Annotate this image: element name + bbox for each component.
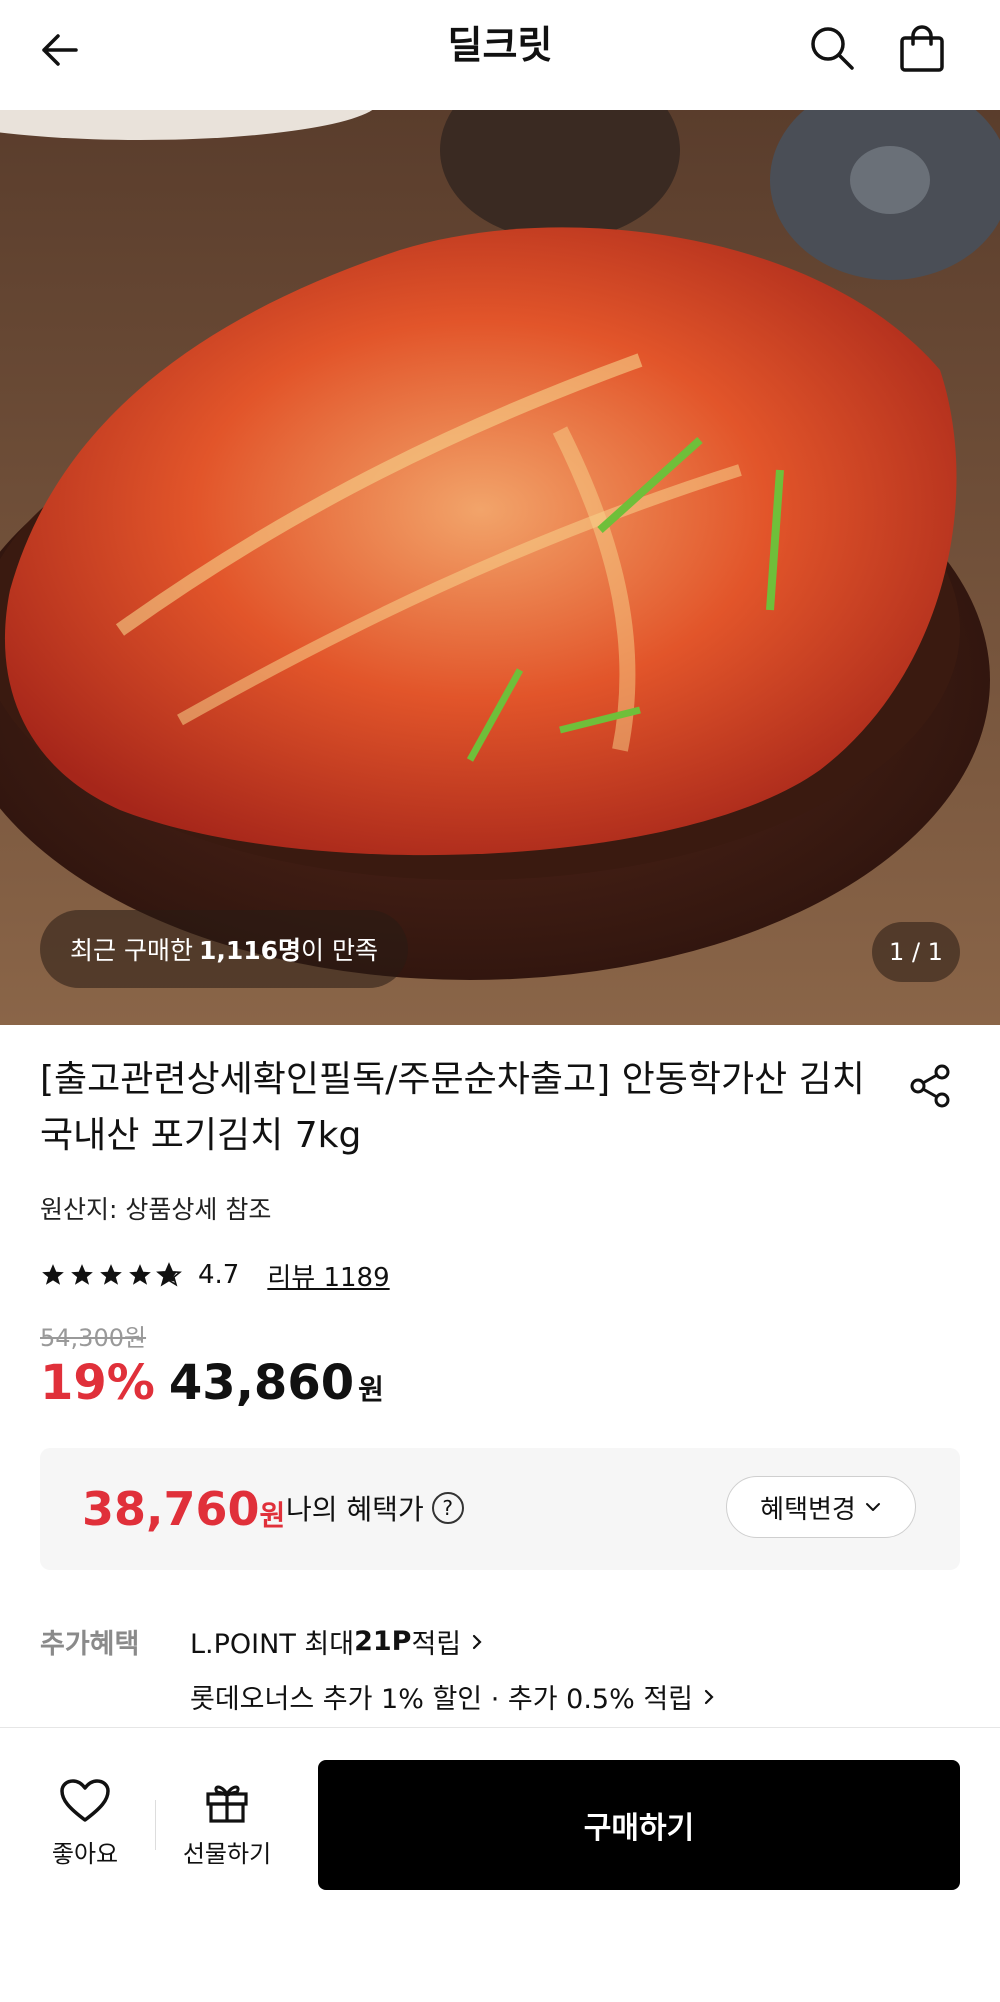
change-benefit-button[interactable]: 혜택변경 [726, 1476, 916, 1538]
original-price: 54,300원 [40, 1324, 147, 1352]
my-price-label-text: 나의 혜택가 [286, 1493, 424, 1526]
help-icon[interactable]: ? [431, 1492, 464, 1524]
lotte-owners-benefit[interactable]: 롯데오너스 추가 1% 할인 · 추가 0.5% 적립 [190, 1677, 717, 1716]
image-counter: 1 / 1 [872, 922, 960, 982]
product-title: [출고관련상세확인필독/주문순차출고] 안동학가산 김치 국내산 포기김치 7k… [40, 1059, 865, 1156]
bottom-action-bar: 좋아요 선물하기 구매하기 [0, 1727, 1000, 2002]
star-icon [42, 1264, 64, 1285]
price-unit: 원 [358, 1373, 384, 1406]
kimchi-illustration [0, 110, 1000, 1025]
rating-value: 4.7 [198, 1260, 240, 1290]
chevron-right-icon [704, 1689, 714, 1704]
discount-rate: 19% [40, 1355, 155, 1411]
gift-label: 선물하기 [182, 1840, 272, 1868]
price-row: 19% 43,860 원 [40, 1355, 384, 1411]
review-link[interactable]: 리뷰 1189 [267, 1257, 389, 1294]
share-icon [910, 1064, 950, 1108]
search-icon [811, 27, 854, 70]
my-price-unit: 원 [259, 1499, 286, 1532]
satisfaction-count: 1,116명 [198, 936, 302, 965]
like-button[interactable]: 좋아요 [40, 1778, 130, 1869]
satisfaction-prefix: 최근 구매한 [70, 936, 193, 965]
chevron-right-icon [473, 1634, 482, 1649]
benefit-price-box: 38,760원 나의 혜택가 ? 혜택변경 [40, 1448, 960, 1570]
shopping-bag-icon [900, 25, 944, 72]
search-button[interactable] [800, 16, 864, 80]
chevron-down-icon [865, 1503, 880, 1511]
lpoint-prefix: L.POINT 최대 [190, 1629, 355, 1660]
share-button[interactable] [900, 1056, 960, 1116]
cart-button[interactable] [890, 16, 954, 80]
star-icon [71, 1264, 93, 1285]
star-icon [129, 1264, 151, 1285]
satisfaction-suffix: 이 만족 [301, 936, 378, 965]
origin-info: 원산지: 상품상세 참조 [40, 1195, 272, 1224]
rating-row: 4.7 리뷰 1189 [40, 1255, 390, 1295]
heart-icon [60, 1779, 110, 1822]
lotte-owners-text: 롯데오너스 추가 1% 할인 · 추가 0.5% 적립 [190, 1684, 694, 1715]
product-image[interactable]: 최근 구매한 1,116명 이 만족 1 / 1 [0, 110, 1000, 1025]
lpoint-suffix: 적립 [411, 1629, 462, 1660]
satisfaction-badge: 최근 구매한 1,116명 이 만족 [40, 910, 408, 988]
gift-icon [206, 1785, 248, 1823]
lpoint-points: 21P [354, 1626, 412, 1657]
top-app-bar: 딜크릿 [0, 0, 1000, 110]
my-price-label: 나의 혜택가 ? [286, 1488, 464, 1528]
like-label: 좋아요 [51, 1840, 119, 1868]
sale-price: 43,860 [168, 1355, 355, 1411]
star-icon [100, 1264, 122, 1285]
rating-stars [40, 1262, 182, 1288]
extra-benefit-label: 추가혜택 [40, 1629, 140, 1660]
gift-button[interactable]: 선물하기 [172, 1778, 282, 1869]
change-benefit-label: 혜택변경 [760, 1494, 856, 1525]
divider [155, 1800, 156, 1850]
my-price-value: 38,760 [82, 1482, 260, 1536]
buy-button[interactable]: 구매하기 [318, 1760, 960, 1890]
star-half-icon [156, 1262, 182, 1287]
lpoint-benefit[interactable]: L.POINT 최대 21P 적립 [190, 1622, 485, 1661]
my-benefit-price: 38,760원 [82, 1482, 285, 1536]
